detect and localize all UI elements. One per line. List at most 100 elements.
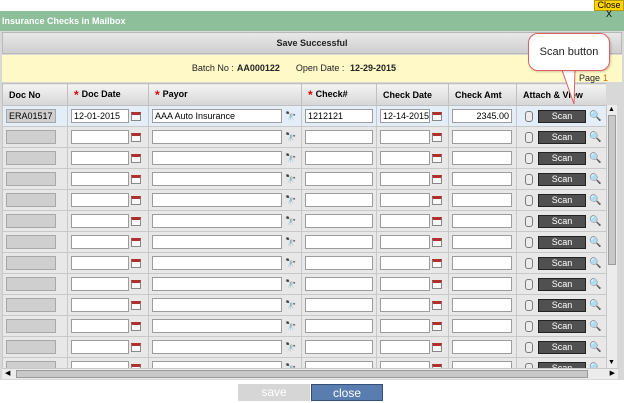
magnifier-icon[interactable]: 🔍 <box>589 111 601 122</box>
check-amt-input[interactable] <box>452 235 512 249</box>
check-date-input[interactable] <box>380 235 430 249</box>
magnifier-icon[interactable]: 🔍 <box>589 237 601 248</box>
paperclip-icon[interactable] <box>525 194 533 206</box>
paperclip-icon[interactable] <box>525 110 533 122</box>
check-date-input[interactable] <box>380 193 430 207</box>
close-x-button[interactable]: Close X <box>594 0 624 19</box>
vertical-scrollbar[interactable]: ▲ ▼ <box>606 105 617 368</box>
doc-date-input[interactable] <box>71 172 129 186</box>
magnifier-icon[interactable]: 🔍 <box>589 195 601 206</box>
doc-date-input[interactable]: 12-01-2015 <box>71 109 129 123</box>
check-amt-input[interactable] <box>452 256 512 270</box>
binoculars-icon[interactable]: 🔭 <box>285 111 296 122</box>
calendar-icon[interactable] <box>131 195 141 205</box>
col-check-amt[interactable]: Check Amt <box>448 83 517 106</box>
table-row[interactable]: 🔭 Scan 🔍 <box>2 189 606 211</box>
payor-input[interactable] <box>152 172 282 186</box>
check-no-input[interactable] <box>305 298 373 312</box>
scan-button[interactable]: Scan <box>538 214 586 228</box>
scan-button[interactable]: Scan <box>538 193 586 207</box>
magnifier-icon[interactable]: 🔍 <box>589 300 601 311</box>
doc-date-input[interactable] <box>71 256 129 270</box>
table-row[interactable]: 🔭 Scan 🔍 <box>2 231 606 253</box>
check-no-input[interactable] <box>305 235 373 249</box>
calendar-icon[interactable] <box>131 132 141 142</box>
check-no-input[interactable] <box>305 130 373 144</box>
payor-input[interactable] <box>152 214 282 228</box>
check-amt-input[interactable] <box>452 172 512 186</box>
scroll-left-icon[interactable]: ◀ <box>5 369 10 379</box>
check-date-input[interactable] <box>380 214 430 228</box>
calendar-icon[interactable] <box>131 237 141 247</box>
paperclip-icon[interactable] <box>525 320 533 332</box>
check-no-input[interactable] <box>305 151 373 165</box>
calendar-icon[interactable] <box>131 216 141 226</box>
paperclip-icon[interactable] <box>525 299 533 311</box>
calendar-icon[interactable] <box>432 300 442 310</box>
table-row[interactable]: 🔭 Scan 🔍 <box>2 294 606 316</box>
magnifier-icon[interactable]: 🔍 <box>589 216 601 227</box>
col-doc-date[interactable]: * Doc Date <box>67 83 149 106</box>
paperclip-icon[interactable] <box>525 152 533 164</box>
vertical-scroll-thumb[interactable] <box>608 115 616 265</box>
col-check-no[interactable]: * Check# <box>301 83 377 106</box>
check-amt-input[interactable] <box>452 130 512 144</box>
calendar-icon[interactable] <box>131 300 141 310</box>
paperclip-icon[interactable] <box>525 257 533 269</box>
table-row[interactable]: 🔭 Scan 🔍 <box>2 147 606 169</box>
scroll-up-icon[interactable]: ▲ <box>608 106 615 114</box>
payor-input[interactable] <box>152 298 282 312</box>
doc-date-input[interactable] <box>71 193 129 207</box>
magnifier-icon[interactable]: 🔍 <box>589 153 601 164</box>
scan-button[interactable]: Scan <box>538 256 586 270</box>
check-amt-input[interactable] <box>452 214 512 228</box>
check-date-input[interactable] <box>380 298 430 312</box>
doc-date-input[interactable] <box>71 235 129 249</box>
check-no-input[interactable]: 1212121 <box>305 109 373 123</box>
payor-input[interactable] <box>152 193 282 207</box>
check-no-input[interactable] <box>305 340 373 354</box>
check-amt-input[interactable] <box>452 340 512 354</box>
check-date-input[interactable] <box>380 130 430 144</box>
scan-button[interactable]: Scan <box>538 340 586 354</box>
doc-date-input[interactable] <box>71 298 129 312</box>
check-date-input[interactable] <box>380 361 430 368</box>
paperclip-icon[interactable] <box>525 341 533 353</box>
calendar-icon[interactable] <box>432 195 442 205</box>
calendar-icon[interactable] <box>432 216 442 226</box>
check-amt-input[interactable] <box>452 277 512 291</box>
doc-date-input[interactable] <box>71 319 129 333</box>
check-no-input[interactable] <box>305 193 373 207</box>
calendar-icon[interactable] <box>131 279 141 289</box>
paperclip-icon[interactable] <box>525 173 533 185</box>
table-row[interactable]: 🔭 Scan 🔍 <box>2 126 606 148</box>
binoculars-icon[interactable]: 🔭 <box>285 342 296 353</box>
check-amt-input[interactable] <box>452 151 512 165</box>
table-row[interactable]: 🔭 Scan 🔍 <box>2 315 606 337</box>
paperclip-icon[interactable] <box>525 236 533 248</box>
check-date-input[interactable] <box>380 256 430 270</box>
calendar-icon[interactable] <box>131 321 141 331</box>
check-amt-input[interactable] <box>452 361 512 368</box>
scan-button[interactable]: Scan <box>538 319 586 333</box>
calendar-icon[interactable] <box>432 153 442 163</box>
magnifier-icon[interactable]: 🔍 <box>589 279 601 290</box>
check-no-input[interactable] <box>305 214 373 228</box>
table-row[interactable]: 🔭 Scan 🔍 <box>2 210 606 232</box>
calendar-icon[interactable] <box>432 237 442 247</box>
calendar-icon[interactable] <box>131 153 141 163</box>
col-attach-view[interactable]: Attach & View <box>516 83 606 106</box>
check-no-input[interactable] <box>305 277 373 291</box>
save-button[interactable]: save <box>238 384 310 401</box>
binoculars-icon[interactable]: 🔭 <box>285 174 296 185</box>
binoculars-icon[interactable]: 🔭 <box>285 195 296 206</box>
payor-input[interactable] <box>152 319 282 333</box>
doc-date-input[interactable] <box>71 340 129 354</box>
check-no-input[interactable] <box>305 319 373 333</box>
calendar-icon[interactable] <box>131 258 141 268</box>
check-date-input[interactable] <box>380 151 430 165</box>
scroll-right-icon[interactable]: ▶ <box>610 369 615 379</box>
table-row[interactable]: 🔭 Scan 🔍 <box>2 252 606 274</box>
check-no-input[interactable] <box>305 256 373 270</box>
payor-input[interactable] <box>152 256 282 270</box>
